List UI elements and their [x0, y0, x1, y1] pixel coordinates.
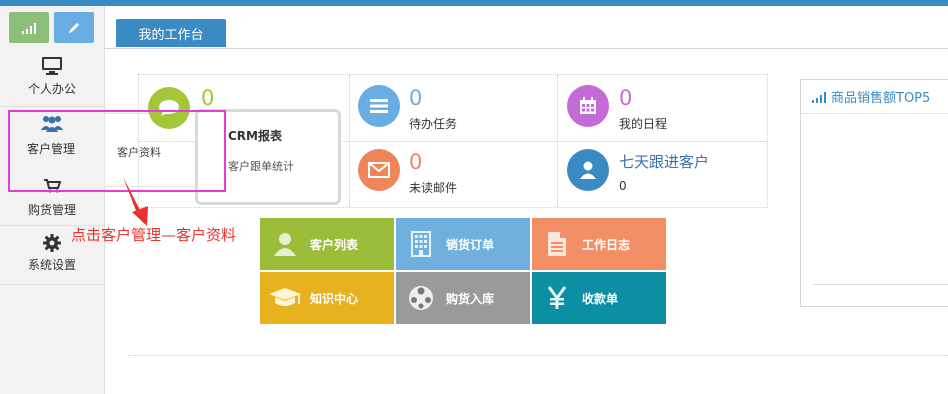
person-circle-icon — [567, 149, 609, 191]
tile-knowledge-center[interactable]: 知识中心 — [260, 272, 394, 324]
crm-report-subtitle: 客户跟单统计 — [228, 160, 294, 173]
stat-value: 0 — [409, 86, 423, 110]
panel-title: 商品销售额TOP5 — [831, 91, 931, 106]
calendar-circle-icon — [567, 85, 609, 127]
stat-value: 0 — [409, 150, 423, 174]
stat-value: 0 — [619, 86, 633, 110]
main-tab-bar: 我的工作台 — [105, 17, 948, 49]
sidebar-item-personal-office[interactable]: 个人办公 — [0, 52, 104, 106]
top-accent-bar — [0, 0, 948, 6]
edit-shortcut-button[interactable] — [54, 12, 94, 43]
mail-circle-icon — [358, 149, 400, 191]
user-icon — [274, 233, 296, 256]
tile-sales-order[interactable]: 销货订单 — [396, 218, 530, 270]
tile-work-log[interactable]: 工作日志 — [532, 218, 666, 270]
divider — [0, 106, 104, 107]
shortcut-tiles: 客户列表 销货订单 工作日志 知识中心 购货入库 收款单 — [260, 218, 668, 324]
divider — [0, 284, 104, 285]
tile-purchase-storage[interactable]: 购货入库 — [396, 272, 530, 324]
sales-top5-panel: 商品销售额TOP5 — [800, 79, 948, 307]
signal-bars-icon — [22, 22, 36, 34]
stat-value: 0 — [619, 179, 627, 193]
building-icon — [411, 231, 431, 257]
calendar-icon — [580, 97, 596, 114]
sidebar: 个人办公 客户管理 购货管理 系统设置 — [0, 6, 105, 394]
list-circle-icon — [358, 85, 400, 127]
signal-bars-icon — [812, 91, 826, 103]
monitor-icon — [42, 57, 62, 75]
yen-icon — [547, 286, 567, 309]
stat-label[interactable]: 未读邮件 — [409, 179, 457, 196]
sidebar-item-label: 个人办公 — [27, 82, 76, 96]
document-icon — [548, 232, 566, 256]
sidebar-item-label: 购货管理 — [27, 203, 76, 217]
tab-my-workbench[interactable]: 我的工作台 — [116, 19, 226, 47]
pencil-icon — [69, 22, 79, 33]
panel-header: 商品销售额TOP5 — [801, 80, 948, 114]
tile-label: 客户列表 — [310, 237, 359, 252]
tile-label: 销货订单 — [446, 237, 495, 252]
divider — [128, 355, 948, 356]
list-icon — [370, 99, 388, 113]
chart-shortcut-button[interactable] — [9, 12, 49, 43]
ball-icon — [409, 286, 433, 310]
tile-label: 知识中心 — [310, 291, 359, 306]
tile-label: 收款单 — [582, 291, 619, 306]
stat-label[interactable]: 我的日程 — [619, 115, 667, 132]
annotation-text: 点击客户管理—客户资料 — [71, 226, 237, 244]
stat-label[interactable]: 待办任务 — [409, 115, 457, 132]
mail-icon — [368, 162, 390, 178]
sidebar-item-label: 系统设置 — [27, 258, 76, 272]
arrow-icon — [123, 177, 148, 226]
gear-icon — [43, 234, 61, 252]
tile-customer-list[interactable]: 客户列表 — [260, 218, 394, 270]
panel-axis-line — [813, 284, 948, 285]
tile-label: 购货入库 — [446, 291, 495, 306]
tile-receipt[interactable]: 收款单 — [532, 272, 666, 324]
person-icon — [580, 161, 596, 179]
graduation-cap-icon — [269, 288, 301, 306]
highlight-box — [8, 110, 226, 192]
tile-label: 工作日志 — [582, 237, 631, 252]
crm-report-title: CRM报表 — [228, 129, 282, 143]
stat-value: 0 — [201, 86, 215, 110]
stat-title[interactable]: 七天跟进客户 — [619, 151, 709, 172]
